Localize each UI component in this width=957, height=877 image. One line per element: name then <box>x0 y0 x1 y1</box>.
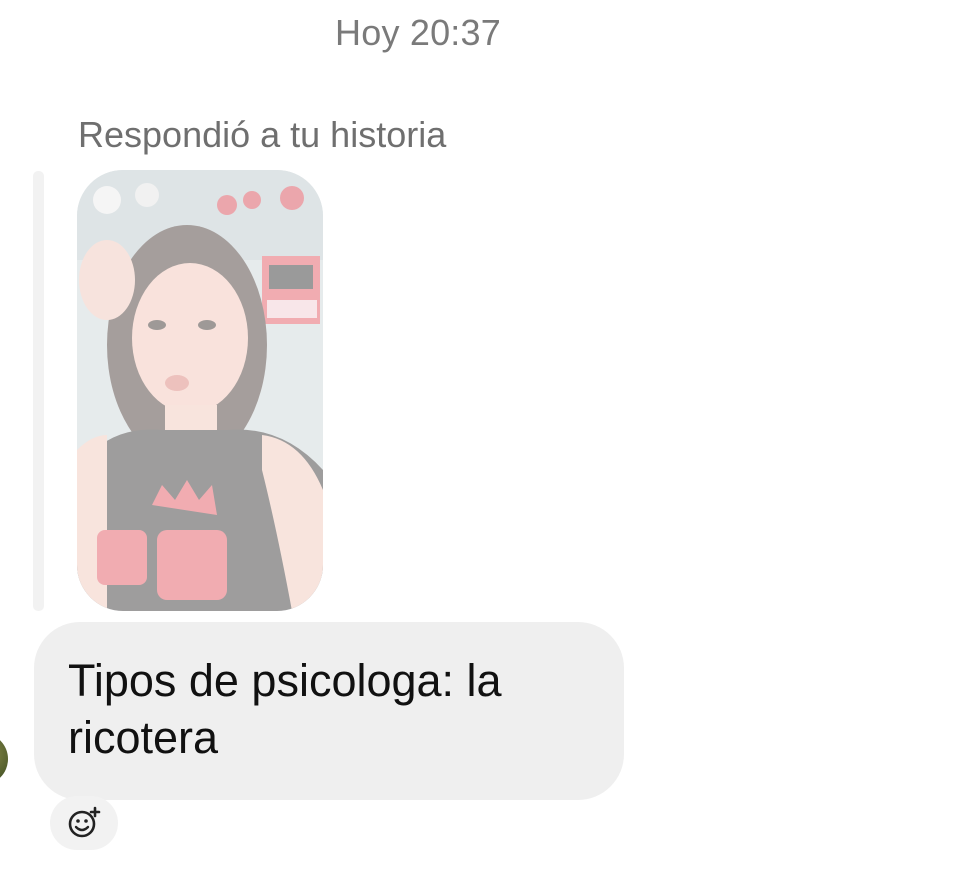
reply-indicator-bar <box>33 171 44 611</box>
story-thumbnail[interactable] <box>77 170 323 611</box>
message-text: Tipos de psicologa: la ricotera <box>68 655 502 763</box>
sender-avatar[interactable] <box>0 733 8 785</box>
message-bubble[interactable]: Tipos de psicologa: la ricotera <box>34 622 624 800</box>
add-reaction-icon <box>68 806 101 838</box>
add-reaction-button[interactable] <box>50 796 118 850</box>
message-timestamp: Hoy 20:37 <box>335 12 501 53</box>
story-photo-icon <box>77 170 323 611</box>
story-reply-label: Respondió a tu historia <box>78 114 447 155</box>
dm-thread: Hoy 20:37 Respondió a tu historia Tipos … <box>0 0 957 877</box>
